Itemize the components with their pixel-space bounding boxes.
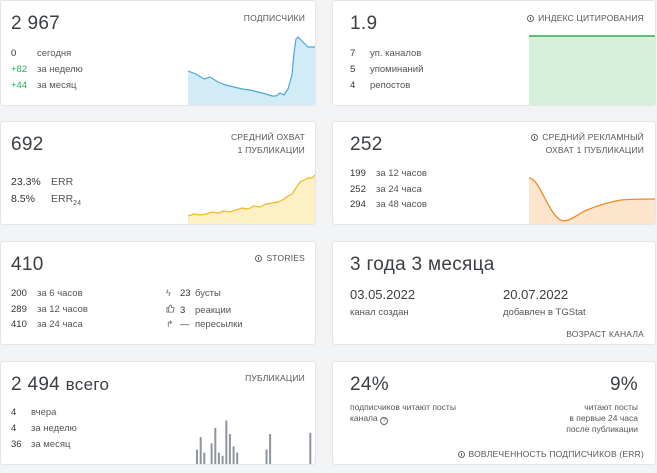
posts-caption: ПУБЛИКАЦИИ [245,373,305,383]
posts-bar [265,449,268,464]
posts-row-week: 4 за неделю [11,423,77,434]
citation-row-channels: 7 уп. каналов [350,48,422,59]
help-icon[interactable]: ? [380,417,389,425]
posts-bar [203,452,206,464]
subscribers-row-month: +44 за месяц [11,80,77,91]
posts-bar [210,443,213,464]
stories-card[interactable]: 410 STORIES 200 за 6 часов 289 за 12 часов… [0,241,316,345]
subscribers-caption: ПОДПИСЧИКИ [243,13,305,23]
reach-value: 692 [11,134,44,155]
citation-row-reposts: 4 репостов [350,80,411,91]
info-icon[interactable] [255,255,263,262]
subscribers-card[interactable]: 2 967 ПОДПИСЧИКИ 0 сегодня +82 за неделю +… [0,0,316,106]
posts-row-yesterday: 4 вчера [11,407,57,418]
ad-reach-row-12h: 199 за 12 часов [350,168,427,179]
posts-bar [232,446,235,464]
stories-row-6h: 200 за 6 часов [11,288,83,299]
stories-row-boosts: ϟ 23 бусты [166,288,221,299]
posts-bar [228,434,231,464]
bolt-icon: ϟ [166,288,171,298]
citation-value: 1.9 [350,13,378,34]
posts-bar-chart [196,420,312,464]
engagement-caption: ВОВЛЕЧЕННОСТЬ ПОДПИСЧИКОВ (ERR) [457,448,644,461]
stories-caption: STORIES [255,252,305,265]
engagement-pct-24h: 9% [609,374,638,395]
subscribers-sparkline [188,36,315,105]
posts-bar [199,437,202,464]
engagement-card[interactable]: 24% подписчиков читают посты канала ? 9%… [332,361,656,465]
posts-bar [225,420,228,464]
posts-bar [309,432,312,464]
stories-value: 410 [11,254,44,275]
channel-age-card[interactable]: 3 года 3 месяца 03.05.2022 канал создан … [332,241,656,345]
channel-age-caption: ВОЗРАСТ КАНАЛА [566,329,644,339]
citation-caption: ИНДЕКС ЦИТИРОВАНИЯ [527,12,644,25]
info-icon[interactable] [457,451,465,458]
forward-icon: ↱ [166,319,174,329]
ad-reach-curve [529,177,655,224]
posts-bar [196,449,198,464]
posts-bar [221,455,224,464]
subscribers-row-today: 0 сегодня [11,48,72,59]
citation-row-mentions: 5 упоминаний [350,64,424,75]
engagement-text-readers: подписчиков читают посты канала ? [350,402,456,425]
ad-reach-row-48h: 294 за 48 часов [350,199,427,210]
reach-caption: СРЕДНИЙ ОХВАТ 1 ПУБЛИКАЦИИ [230,132,305,155]
created-date: 03.05.2022 [350,287,416,302]
stories-row-12h: 289 за 12 часов [11,304,88,315]
citation-chart [529,35,655,105]
ad-reach-card[interactable]: 252 СРЕДНИЙ РЕКЛАМНЫЙ ОХВАТ 1 ПУБЛИКАЦИИ… [332,121,656,225]
reach-sparkline [188,174,315,224]
posts-value: 2 494 всего [11,374,110,395]
ad-reach-row-24h: 252 за 24 часа [350,184,422,195]
posts-bar [269,434,272,464]
posts-bar [236,452,239,464]
engagement-text-24h: читают посты в первые 24 часа после публ… [566,402,638,434]
subscribers-row-week: +82 за неделю [11,64,83,75]
created-label: канал создан [350,307,409,318]
posts-card[interactable]: 2 494 всего ПУБЛИКАЦИИ 4 вчера 4 за неделю… [0,361,316,465]
thumbs-up-icon [166,304,180,315]
reach-card[interactable]: 692 СРЕДНИЙ ОХВАТ 1 ПУБЛИКАЦИИ 23.3% ERR … [0,121,316,225]
channel-age-value: 3 года 3 месяца [350,254,495,275]
stories-row-24h: 410 за 24 часа [11,319,83,330]
citation-card[interactable]: 1.9 ИНДЕКС ЦИТИРОВАНИЯ 7 уп. каналов 5 упо… [332,0,656,106]
info-icon[interactable] [531,134,539,141]
reach-row-err24: 8.5% ERR24 [11,193,81,208]
posts-bar [214,427,217,464]
stories-row-forwards: ↱ — пересылки [166,319,243,330]
ad-reach-caption: СРЕДНИЙ РЕКЛАМНЫЙ ОХВАТ 1 ПУБЛИКАЦИИ [531,131,644,157]
ad-reach-value: 252 [350,134,383,155]
posts-bar [217,452,220,464]
subscribers-value: 2 967 [11,13,61,34]
info-icon[interactable] [527,15,535,22]
added-date: 20.07.2022 [503,287,569,302]
engagement-pct-readers: 24% [350,374,389,395]
added-label: добавлен в TGStat [503,307,586,318]
reach-row-err: 23.3% ERR [11,176,74,188]
stories-row-reactions: 3 реакции [166,304,231,316]
posts-row-month: 36 за месяц [11,439,71,450]
